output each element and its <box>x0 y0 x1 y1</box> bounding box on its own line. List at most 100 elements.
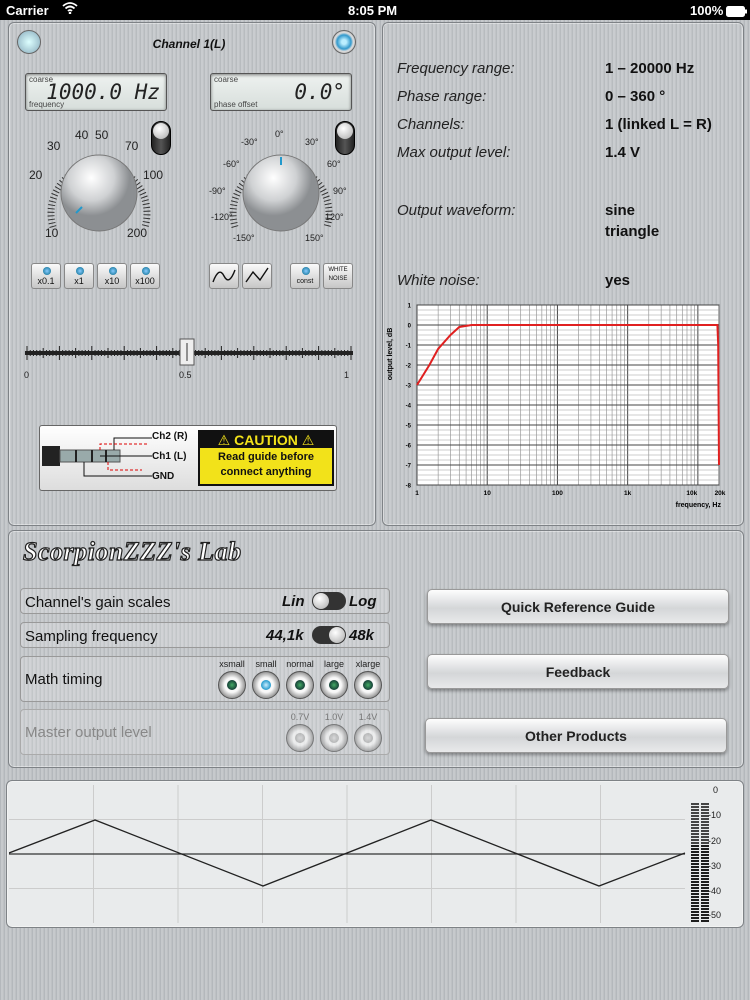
vu-segment <box>691 869 699 871</box>
spec-key: Output waveform: <box>397 202 516 219</box>
multiplier-x100-button[interactable]: x100 <box>130 263 160 289</box>
status-bar: Carrier 8:05 PM 100% <box>0 0 750 20</box>
slider-min: 0 <box>24 370 30 380</box>
triangle-wave-button[interactable] <box>242 263 272 289</box>
battery-icon <box>726 5 748 20</box>
wifi-icon <box>62 2 78 17</box>
vu-segment <box>691 881 699 883</box>
math-small-radio[interactable] <box>252 671 280 699</box>
vu-segment <box>701 872 709 874</box>
spec-value: 1.4 V <box>605 144 641 161</box>
spec-value: triangle <box>605 223 660 240</box>
master-10-radio[interactable] <box>320 724 348 752</box>
phase-tick: -30° <box>241 137 258 147</box>
vu-segment <box>701 881 709 883</box>
math-large-radio[interactable] <box>320 671 348 699</box>
vu-segment <box>691 833 699 835</box>
frequency-display[interactable]: coarse 1000.0 Hz frequency <box>25 73 167 111</box>
sine-wave-button[interactable] <box>209 263 239 289</box>
white-noise-button[interactable]: WHITE NOISE <box>323 263 353 289</box>
channel-power-button[interactable] <box>332 30 356 54</box>
vu-segment <box>691 812 699 814</box>
vu-segment <box>701 821 709 823</box>
vu-segment <box>691 878 699 880</box>
multiplier-x01-button[interactable]: x0.1 <box>31 263 61 289</box>
slider-max: 1 <box>344 370 350 380</box>
spec-value: 1 (linked L = R) <box>605 116 712 133</box>
spec-key: Channels: <box>397 116 465 133</box>
math-xlarge-radio[interactable] <box>354 671 382 699</box>
vu-segment <box>701 878 709 880</box>
vu-segment <box>691 893 699 895</box>
gain-switch-knob <box>313 593 329 609</box>
gnd-label: GND <box>152 471 175 482</box>
sine-wave-icon <box>212 269 236 283</box>
math-xsmall-radio[interactable] <box>218 671 246 699</box>
sampling-switch[interactable] <box>312 626 346 644</box>
sampling-label: Sampling frequency <box>25 628 158 645</box>
vu-segment <box>691 914 699 916</box>
phase-knob[interactable] <box>221 135 341 245</box>
vu-segment <box>691 836 699 838</box>
math-normal-radio[interactable] <box>286 671 314 699</box>
phase-display[interactable]: coarse 0.0° phase offset <box>210 73 352 111</box>
phase-tick: -150° <box>233 233 255 243</box>
vu-segment <box>701 827 709 829</box>
vu-segment <box>691 827 699 829</box>
vu-segment <box>691 863 699 865</box>
freq-tick: 20 <box>29 168 43 182</box>
vu-segment <box>701 857 709 859</box>
spec-key: White noise: <box>397 272 480 289</box>
y-tick-label: 1 <box>408 304 412 310</box>
vu-segment <box>691 818 699 820</box>
vu-segment <box>691 920 699 922</box>
multiplier-x1-button[interactable]: x1 <box>64 263 94 289</box>
phase-tick: -90° <box>209 186 226 196</box>
white-noise-label: WHITE NOISE <box>328 267 348 282</box>
master-14-radio[interactable] <box>354 724 382 752</box>
multiplier-label: x0.1 <box>37 276 55 286</box>
caution-line1: Read guide before <box>218 451 314 463</box>
vu-segment <box>701 806 709 808</box>
vu-segment <box>691 896 699 898</box>
phase-label: phase offset <box>214 100 258 109</box>
vu-segment <box>691 809 699 811</box>
quick-reference-button[interactable]: Quick Reference Guide <box>427 589 729 624</box>
feedback-button[interactable]: Feedback <box>427 654 729 689</box>
freq-fine-switch[interactable] <box>151 121 171 155</box>
vu-segment <box>701 803 709 805</box>
gain-scale-switch[interactable] <box>312 592 346 610</box>
phase-fine-switch[interactable] <box>335 121 355 155</box>
phase-value: 0.0° <box>294 80 345 104</box>
vu-segment <box>691 890 699 892</box>
vu-segment <box>691 887 699 889</box>
multiplier-label: x10 <box>104 276 120 286</box>
vu-segment <box>691 884 699 886</box>
frequency-response-chart: 10-1-2-3-4-5-6-7-8 1 10 100 1k 10k 20k output… <box>387 304 726 510</box>
master-07-radio[interactable] <box>286 724 314 752</box>
const-button[interactable]: const <box>290 263 320 289</box>
x-tick-label: 10k <box>686 490 697 497</box>
vu-segment <box>691 908 699 910</box>
caution-sign: ⚠ CAUTION ⚠ Read guide before connect an… <box>198 430 334 486</box>
vu-segment <box>701 848 709 850</box>
vu-tick: -40 <box>708 886 722 896</box>
vu-tick: -20 <box>708 836 722 846</box>
vu-segment <box>701 875 709 877</box>
y-tick-label: -8 <box>406 484 412 490</box>
other-products-button[interactable]: Other Products <box>425 718 727 753</box>
freq-tick: 30 <box>47 139 61 153</box>
lab-title: ScorpionZZZ's Lab <box>22 536 242 566</box>
gain-lin-label: Lin <box>282 593 305 610</box>
ch2-label: Ch2 (R) <box>152 431 188 442</box>
y-tick-label: -1 <box>406 344 412 350</box>
math-timing-label: Math timing <box>25 671 103 688</box>
vu-segment <box>691 803 699 805</box>
warning-icon: ⚠ <box>297 432 315 448</box>
multiplier-x10-button[interactable]: x10 <box>97 263 127 289</box>
spec-value: 1 – 20000 Hz <box>605 60 695 77</box>
y-tick-label: -6 <box>406 444 412 450</box>
vu-segment <box>691 905 699 907</box>
sampling-row: Sampling frequency 44,1k 48k <box>20 622 390 648</box>
vu-segment <box>691 821 699 823</box>
